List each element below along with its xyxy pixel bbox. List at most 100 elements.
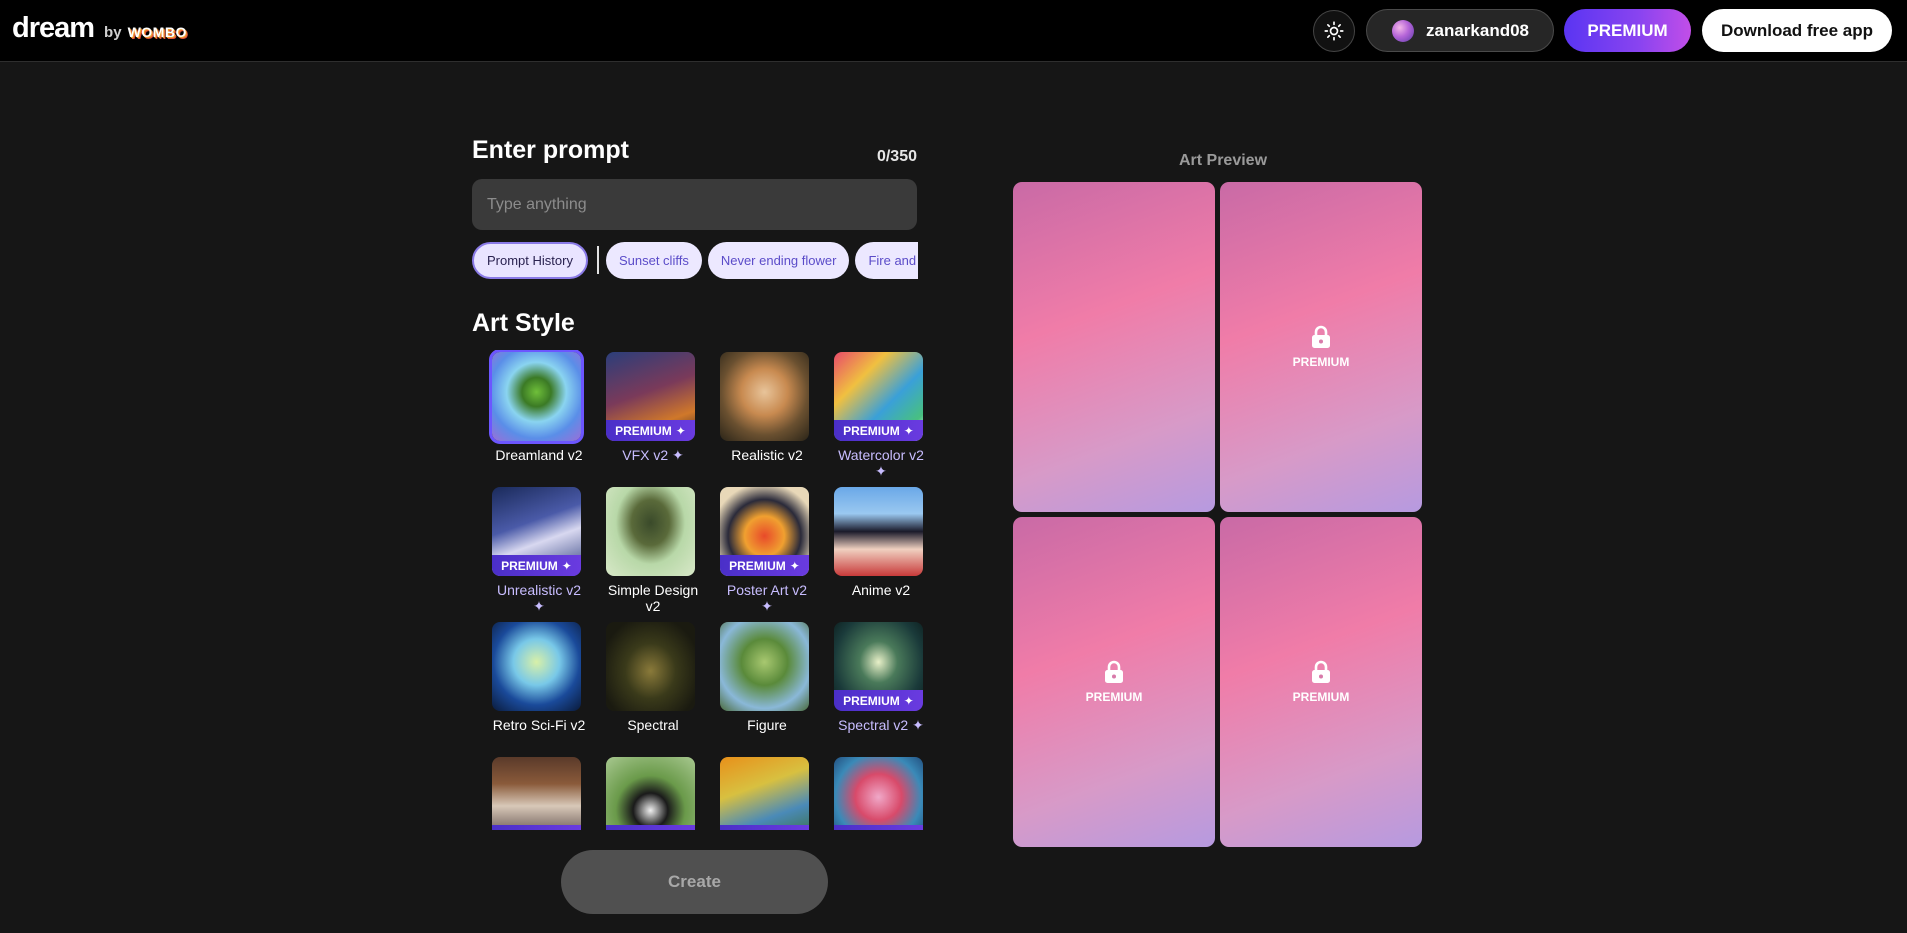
style-poster-art-v2[interactable]: PREMIUM ✦ Poster Art v2 ✦ xyxy=(700,485,814,615)
style-unrealistic-v2[interactable]: PREMIUM ✦ Unrealistic v2 ✦ xyxy=(472,485,586,615)
style-thumbnail xyxy=(606,487,695,576)
style-thumbnail xyxy=(834,487,923,576)
lock-icon xyxy=(1311,325,1330,348)
style-label: Spectral v2 ✦ xyxy=(838,717,924,733)
preview-card-4[interactable]: PREMIUM xyxy=(1220,517,1422,847)
style-label: Retro Sci-Fi v2 xyxy=(492,717,586,733)
style-simple-design-v2[interactable]: Simple Design v2 xyxy=(586,485,700,615)
premium-badge: PREMIUM✦ xyxy=(606,420,695,441)
lock-icon xyxy=(1104,660,1123,683)
username-label: zanarkand08 xyxy=(1426,20,1529,40)
style-thumbnail: PREMIUM✦ xyxy=(606,352,695,441)
style-thumbnail xyxy=(720,622,809,711)
style-label: Spectral xyxy=(627,717,679,733)
style-retro-sci-fi-v2[interactable]: Retro Sci-Fi v2 xyxy=(472,620,586,750)
style-figure[interactable]: Figure xyxy=(700,620,814,750)
premium-badge: PREMIUM✦ xyxy=(834,690,923,711)
sparkle-icon: ✦ xyxy=(561,558,572,573)
sparkle-icon: ✦ xyxy=(903,693,914,708)
style-thumbnail xyxy=(489,350,584,444)
create-button[interactable]: Create xyxy=(561,850,828,914)
style-label: Unrealistic v2 ✦ xyxy=(496,582,582,614)
style-item-row4[interactable]: PREMIUM✦ xyxy=(700,755,814,830)
style-label: Poster Art v2 ✦ xyxy=(726,582,808,614)
sparkle-icon: ✦ xyxy=(672,447,684,463)
style-realistic-v2[interactable]: Realistic v2 xyxy=(700,350,814,480)
logo-dream-text: dream xyxy=(12,12,95,44)
logo-by-text: by xyxy=(104,24,122,41)
prompt-suggestions-row: Prompt History Sunset cliffs Never endin… xyxy=(472,241,918,279)
style-thumbnail xyxy=(720,352,809,441)
premium-lock-label: PREMIUM xyxy=(1292,355,1350,369)
download-app-button[interactable]: Download free app xyxy=(1702,9,1892,52)
sparkle-icon: ✦ xyxy=(676,829,686,831)
suggestion-chip[interactable]: Never ending flower xyxy=(707,241,850,279)
prompt-char-count: 0/350 xyxy=(876,148,917,165)
dream-by-wombo-logo[interactable]: dream by WOMBO xyxy=(12,12,187,45)
style-thumbnail: PREMIUM✦ xyxy=(834,352,923,441)
style-watercolor-v2[interactable]: PREMIUM ✦ Watercolor v2 ✦ xyxy=(814,350,924,480)
style-thumbnail: PREMIUM✦ xyxy=(834,757,923,830)
style-item-row4[interactable]: PREMIUM✦ xyxy=(472,755,586,830)
style-spectral-v2[interactable]: PREMIUM ✦ Spectral v2 ✦ xyxy=(814,620,924,750)
logo-wombo-text: WOMBO xyxy=(127,24,187,40)
preview-card-1[interactable] xyxy=(1013,182,1215,512)
style-thumbnail xyxy=(606,622,695,711)
premium-badge: PREMIUM✦ xyxy=(834,420,923,441)
style-label: Realistic v2 xyxy=(731,447,803,463)
style-anime-v2[interactable]: Anime v2 xyxy=(814,485,924,615)
style-thumbnail: PREMIUM✦ xyxy=(492,487,581,576)
art-style-grid: Dreamland v2 PREMIUM ✦ VFX v2 ✦ Realistic… xyxy=(472,350,924,830)
style-thumbnail: PREMIUM✦ xyxy=(834,622,923,711)
sparkle-icon: ✦ xyxy=(903,423,914,438)
sun-icon xyxy=(1324,21,1344,41)
prompt-history-button[interactable]: Prompt History xyxy=(472,241,588,279)
premium-badge: PREMIUM✦ xyxy=(606,825,695,830)
sparkle-icon: ✦ xyxy=(875,463,887,479)
premium-badge: PREMIUM✦ xyxy=(492,825,581,830)
sparkle-icon: ✦ xyxy=(533,598,545,614)
style-label: Watercolor v2 ✦ xyxy=(838,447,924,479)
art-style-title: Art Style xyxy=(472,309,575,337)
sparkle-icon: ✦ xyxy=(789,558,800,573)
suggestion-chip[interactable]: Sunset cliffs xyxy=(605,241,702,279)
style-label: VFX v2 ✦ xyxy=(622,447,684,463)
style-thumbnail: PREMIUM✦ xyxy=(720,757,809,830)
style-label: Anime v2 xyxy=(851,582,911,598)
top-navigation-bar: dream by WOMBO zanarkand08 PREMIUM Downl… xyxy=(0,0,1907,62)
style-label: Figure xyxy=(747,717,787,733)
premium-lock-label: PREMIUM xyxy=(1292,690,1350,704)
prompt-input[interactable] xyxy=(472,179,917,230)
sparkle-icon: ✦ xyxy=(675,423,686,438)
sparkle-icon: ✦ xyxy=(904,829,914,831)
lock-icon xyxy=(1311,660,1330,683)
sparkle-icon: ✦ xyxy=(562,829,572,831)
style-thumbnail xyxy=(492,622,581,711)
theme-toggle-button[interactable] xyxy=(1313,10,1355,52)
premium-lock: PREMIUM xyxy=(1292,660,1350,704)
preview-card-3[interactable]: PREMIUM xyxy=(1013,517,1215,847)
premium-lock: PREMIUM xyxy=(1085,660,1143,704)
art-preview-title: Art Preview xyxy=(1178,152,1268,169)
style-label: Dreamland v2 xyxy=(495,447,583,463)
premium-lock-label: PREMIUM xyxy=(1085,690,1143,704)
preview-card-2[interactable]: PREMIUM xyxy=(1220,182,1422,512)
premium-badge: PREMIUM✦ xyxy=(720,555,809,576)
style-spectral[interactable]: Spectral xyxy=(586,620,700,750)
style-item-row4[interactable]: PREMIUM✦ xyxy=(586,755,700,830)
style-vfx-v2[interactable]: PREMIUM ✦ VFX v2 ✦ xyxy=(586,350,700,480)
style-dreamland-v2[interactable]: Dreamland v2 xyxy=(472,350,586,480)
sparkle-icon: ✦ xyxy=(761,598,773,614)
style-thumbnail: PREMIUM✦ xyxy=(606,757,695,830)
sparkle-icon: ✦ xyxy=(790,829,800,831)
chip-divider xyxy=(596,246,599,274)
premium-button[interactable]: PREMIUM xyxy=(1564,9,1691,52)
avatar xyxy=(1392,19,1414,42)
style-label: Simple Design v2 xyxy=(607,582,699,614)
suggestion-chip[interactable]: Fire and water xyxy=(855,241,918,279)
premium-badge: PREMIUM✦ xyxy=(720,825,809,830)
premium-lock: PREMIUM xyxy=(1292,325,1350,369)
style-item-row4[interactable]: PREMIUM✦ xyxy=(814,755,924,830)
style-thumbnail: PREMIUM✦ xyxy=(720,487,809,576)
user-profile-button[interactable]: zanarkand08 xyxy=(1366,9,1554,52)
